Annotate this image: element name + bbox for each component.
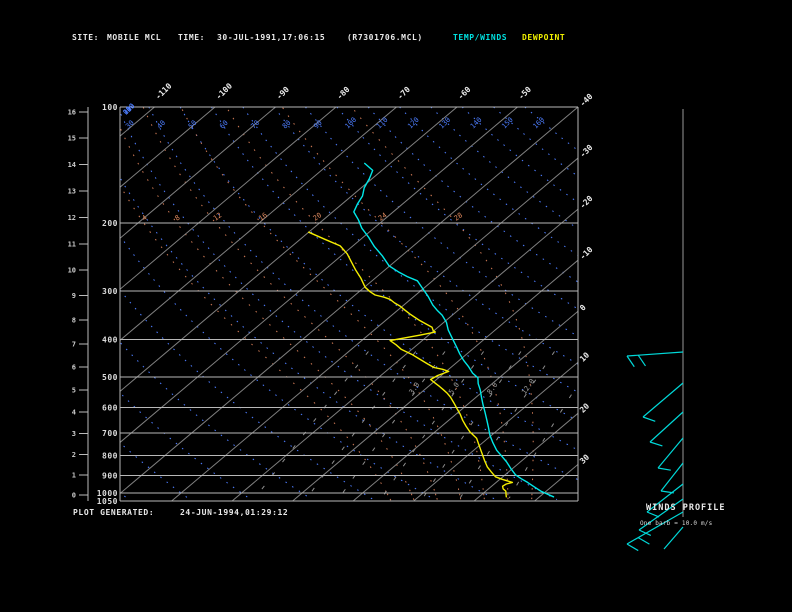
- isotherm-label-right: -40: [578, 92, 595, 109]
- isotherm-labels: -110 -100 -90 -80 -70 -60 -50 -40-30-20-1001020…: [154, 81, 595, 465]
- pressure-label: 400: [102, 335, 118, 344]
- moist-adiabat-labels: 4 8 12 16 20 24 28: [141, 211, 465, 222]
- file-name: (R7301706.MCL): [347, 33, 423, 42]
- site-label: SITE:: [72, 33, 100, 42]
- pressure-label: 1050: [97, 497, 118, 506]
- dry-adiabat-label-top: 130: [438, 116, 453, 131]
- wind-barb: [657, 437, 684, 471]
- isotherm-label-top: -60: [456, 85, 473, 102]
- temp-winds-legend: TEMP/WINDS: [453, 33, 508, 42]
- pressure-label: 300: [102, 287, 118, 296]
- dry-adiabat-label-top: 120: [406, 116, 421, 131]
- isotherm-label-right: 20: [578, 401, 591, 414]
- height-km-label: 7: [72, 340, 76, 348]
- time-label: TIME:: [178, 33, 206, 42]
- site-value: MOBILE MCL: [107, 33, 162, 42]
- height-km-label: 13: [68, 188, 76, 196]
- pressure-label: 600: [102, 403, 118, 412]
- wind-barb: [626, 351, 684, 368]
- isotherm-label-top: -50: [517, 85, 534, 102]
- plot-generated-value: 24-JUN-1994,01:29:12: [180, 508, 289, 517]
- isotherm-label-top: -80: [335, 85, 352, 102]
- height-km-label: 5: [72, 386, 76, 394]
- height-km-label: 6: [72, 364, 76, 372]
- dry-adiabat-label-top: 60: [218, 119, 230, 131]
- height-axis: 012345678910111213141516: [68, 107, 89, 501]
- isotherm-label-right: -30: [578, 143, 595, 160]
- height-km-label: 11: [68, 240, 76, 248]
- mixing-ratio-label: 12.0: [520, 378, 536, 396]
- dry-adiabat-label-top: 90: [312, 119, 324, 131]
- height-km-label: 10: [68, 266, 76, 274]
- isotherm-label-top: -100: [214, 81, 234, 101]
- height-km-label: 16: [68, 108, 76, 116]
- isotherm-label-right: 0: [578, 303, 588, 313]
- height-km-label: 12: [68, 214, 76, 222]
- isotherm-label-top: -70: [396, 85, 413, 102]
- dry-adiabat-label-left: -40: [122, 102, 137, 117]
- pressure-label: 100: [102, 103, 118, 112]
- height-km-label: 15: [68, 135, 76, 143]
- pressure-label: 700: [102, 429, 118, 438]
- wind-barb: [626, 511, 684, 552]
- dry-adiabat-label-top: 150: [500, 116, 515, 131]
- isotherm-label-right: 10: [578, 350, 591, 363]
- height-km-label: 3: [72, 430, 76, 438]
- mixing-ratio-label: 5.0: [447, 381, 461, 396]
- height-km-label: 9: [72, 292, 76, 300]
- dry-adiabat-label-top: 160: [532, 116, 547, 131]
- height-km-label: 2: [72, 451, 76, 459]
- mixing-ratio-lines: [254, 351, 578, 499]
- isotherm-label-top: -110: [154, 81, 174, 101]
- pressure-label: 200: [102, 219, 118, 228]
- winds-barb-scale-note: One barb = 10.0 m/s: [640, 520, 713, 527]
- isotherm-label-right: 30: [578, 452, 591, 465]
- moist-adiabat-label: 24: [377, 211, 389, 222]
- wind-barb: [663, 526, 684, 550]
- dry-adiabat-label-top: 140: [469, 116, 484, 131]
- mixing-ratio-labels: 3.0 5.0 8.0 12.0: [408, 378, 537, 396]
- pressure-label: 500: [102, 373, 118, 382]
- plot-generated-label: PLOT GENERATED:: [73, 508, 155, 517]
- wind-barb: [660, 462, 684, 494]
- height-km-label: 8: [72, 316, 76, 324]
- dry-adiabat-label-top: 80: [281, 119, 293, 131]
- dry-adiabat-label-top: 40: [156, 119, 168, 131]
- moist-adiabat-label: 8: [174, 214, 182, 223]
- height-km-label: 0: [72, 492, 76, 500]
- winds-profile-title: WINDS PROFILE: [646, 503, 726, 513]
- moist-adiabat-label: 16: [257, 211, 269, 222]
- moist-adiabat-label: 28: [453, 211, 465, 222]
- height-km-label: 14: [68, 161, 76, 169]
- time-value: 30-JUL-1991,17:06:15: [217, 33, 326, 42]
- pressure-label: 900: [102, 471, 118, 480]
- isotherm-label-right: -20: [578, 194, 595, 211]
- wind-barb: [649, 411, 684, 447]
- winds-profile-panel: [626, 109, 684, 552]
- pressure-lines: [119, 106, 579, 502]
- pressure-label: 800: [102, 452, 118, 461]
- pressure-axis-labels: 10020030040050060070080090010001050: [97, 103, 118, 506]
- isotherm-label-right: -10: [578, 245, 595, 262]
- wind-barb: [642, 382, 684, 422]
- skewt-terminal-screen: 3.0 5.0 8.0 12.0 100 200 300 400 500 600 700 800 900…: [0, 0, 792, 612]
- height-km-label: 4: [72, 408, 76, 416]
- dry-adiabat-label-top: 30: [124, 119, 136, 131]
- dry-adiabat-label-top: 110: [375, 116, 390, 131]
- dry-adiabat-label-top: 100: [344, 116, 359, 131]
- isotherm-label-top: -90: [275, 85, 292, 102]
- dry-adiabat-labels: 30 40 50 60 70 80 90 100 110 120 130 140 150 16020100…: [122, 102, 546, 130]
- dewpoint-legend: DEWPOINT: [522, 33, 566, 42]
- height-km-label: 1: [72, 472, 76, 480]
